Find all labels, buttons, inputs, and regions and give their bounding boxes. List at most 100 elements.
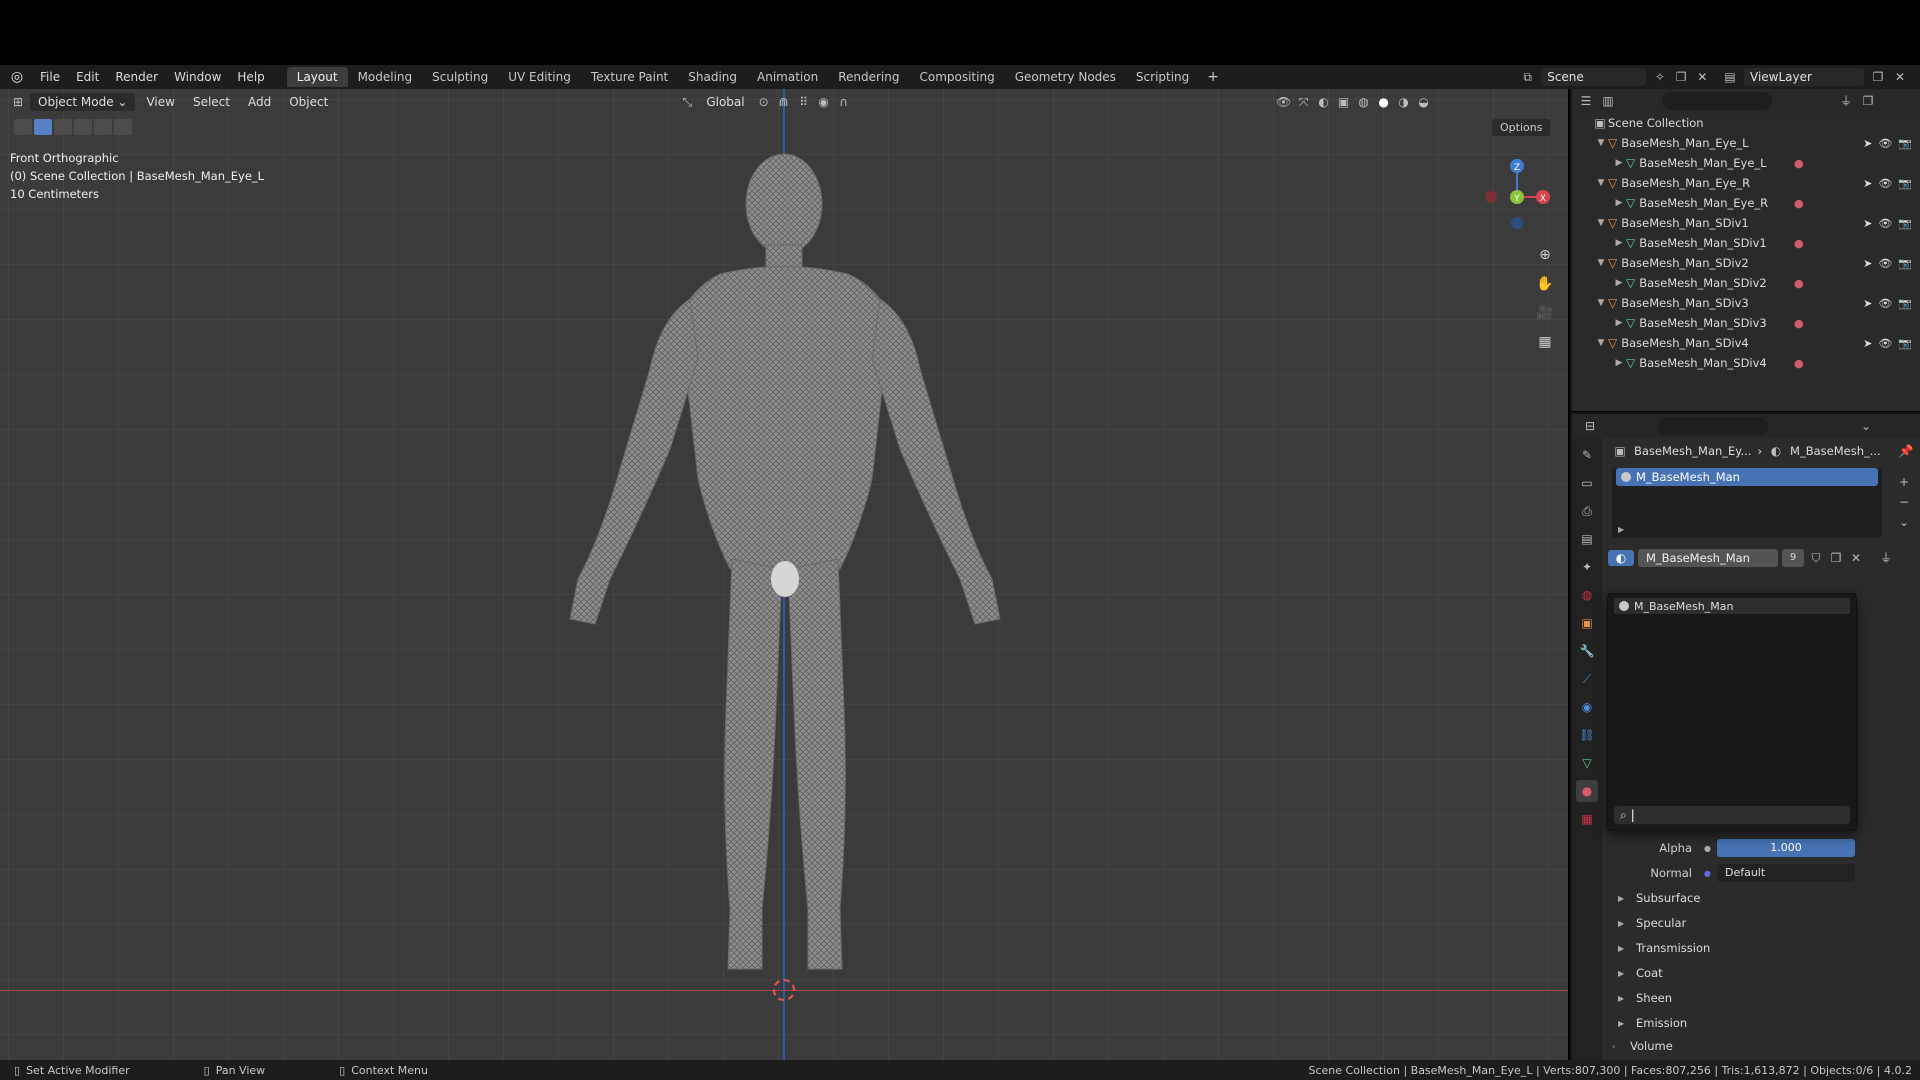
remove-slot-icon[interactable]: −: [1896, 494, 1912, 510]
material-icon[interactable]: ●: [1794, 317, 1804, 330]
expand-arrow-icon[interactable]: ▶: [1612, 238, 1626, 248]
expand-arrow-icon[interactable]: ▶: [1612, 158, 1626, 168]
select-toggle-icon[interactable]: ➤: [1863, 337, 1872, 350]
user-count-badge[interactable]: 9: [1782, 549, 1804, 567]
outliner-mesh-row[interactable]: ▶ ▽ BaseMesh_Man_SDiv1 ●: [1572, 233, 1920, 253]
collapse-arrow-icon[interactable]: ▼: [1594, 178, 1608, 188]
eye-icon[interactable]: 👁: [1878, 137, 1892, 150]
render-camera-icon[interactable]: 📷: [1898, 257, 1912, 270]
material-icon[interactable]: ●: [1794, 197, 1804, 210]
expand-arrow-icon[interactable]: ▶: [1612, 198, 1626, 208]
material-icon[interactable]: ●: [1794, 237, 1804, 250]
orientation-dropdown[interactable]: Global: [699, 93, 751, 111]
new-view-layer-icon[interactable]: ❐: [1870, 69, 1886, 85]
material-slot-item[interactable]: M_BaseMesh_Man: [1616, 468, 1878, 486]
3d-cursor-icon[interactable]: [773, 979, 795, 1001]
select-toggle-icon[interactable]: ➤: [1863, 217, 1872, 230]
expand-arrow-icon[interactable]: ▶: [1618, 525, 1624, 534]
tool-tab-icon[interactable]: ✎: [1576, 444, 1598, 466]
render-tab-icon[interactable]: ▭: [1576, 472, 1598, 494]
tab-geometry-nodes[interactable]: Geometry Nodes: [1005, 67, 1126, 87]
navigation-gizmo[interactable]: Z X Y: [1475, 152, 1565, 242]
modifier-tab-icon[interactable]: 🔧: [1576, 640, 1598, 662]
outliner-mesh-row[interactable]: ▶ ▽ BaseMesh_Man_SDiv2 ●: [1572, 273, 1920, 293]
alpha-socket-icon[interactable]: ●: [1704, 844, 1711, 853]
select-toggle-icon[interactable]: ➤: [1863, 257, 1872, 270]
eye-icon[interactable]: 👁: [1878, 337, 1892, 350]
snap-icon[interactable]: ⋒: [776, 94, 792, 110]
tab-shading[interactable]: Shading: [678, 67, 747, 87]
shading-rendered-icon[interactable]: ◒: [1416, 94, 1432, 110]
editor-type-icon[interactable]: ⊞: [10, 94, 26, 110]
3d-viewport[interactable]: ⊞ Object Mode ⌄ View Select Add Object ⤡…: [0, 89, 1568, 1060]
tab-layout[interactable]: Layout: [286, 67, 348, 87]
add-slot-icon[interactable]: +: [1896, 474, 1912, 490]
expand-arrow-icon[interactable]: ▶: [1612, 318, 1626, 328]
select-tool-icon[interactable]: [14, 119, 32, 135]
render-camera-icon[interactable]: 📷: [1898, 297, 1912, 310]
pin-icon[interactable]: ✧: [1652, 69, 1667, 85]
menu-render[interactable]: Render: [107, 70, 166, 84]
tab-modeling[interactable]: Modeling: [348, 67, 423, 87]
physics-tab-icon[interactable]: ◉: [1576, 696, 1598, 718]
outliner-object-row[interactable]: ▼ ▽ BaseMesh_Man_SDiv1 ➤ 👁 📷: [1572, 213, 1920, 233]
properties-options-icon[interactable]: ⌄: [1858, 418, 1874, 434]
tab-sculpting[interactable]: Sculpting: [422, 67, 498, 87]
section-coat[interactable]: ▶ Coat: [1618, 963, 1663, 983]
view-layer-field[interactable]: ViewLayer: [1744, 68, 1864, 86]
select-extend-icon[interactable]: [54, 119, 72, 135]
slot-menu-icon[interactable]: ⌄: [1896, 514, 1912, 530]
select-invert-icon[interactable]: [94, 119, 112, 135]
material-name-field[interactable]: M_BaseMesh_Man: [1638, 549, 1778, 567]
popup-search-input[interactable]: ⌕ |: [1614, 806, 1850, 824]
collapse-arrow-icon[interactable]: ▼: [1594, 218, 1608, 228]
material-icon[interactable]: ●: [1794, 157, 1804, 170]
menu-help[interactable]: Help: [229, 70, 272, 84]
outliner-mesh-row[interactable]: ▶ ▽ BaseMesh_Man_Eye_L ●: [1572, 153, 1920, 173]
section-volume[interactable]: › Volume: [1612, 1036, 1673, 1056]
unlink-material-icon[interactable]: ✕: [1848, 550, 1864, 566]
snap-target-icon[interactable]: ⠿: [796, 94, 812, 110]
gizmo-toggle-icon[interactable]: ⤧: [1296, 94, 1312, 110]
menu-object[interactable]: Object: [282, 93, 335, 111]
falloff-icon[interactable]: ∩: [836, 94, 852, 110]
normal-socket-icon[interactable]: ●: [1704, 869, 1711, 878]
tab-scripting[interactable]: Scripting: [1126, 67, 1199, 87]
close-scene-icon[interactable]: ✕: [1695, 69, 1710, 85]
eye-icon[interactable]: 👁: [1878, 217, 1892, 230]
pivot-point-icon[interactable]: ⊙: [756, 94, 772, 110]
collapse-arrow-icon[interactable]: ▼: [1594, 138, 1608, 148]
pan-hand-icon[interactable]: ✋: [1534, 273, 1556, 295]
menu-file[interactable]: File: [32, 70, 68, 84]
outliner-object-row[interactable]: ▼ ▽ BaseMesh_Man_Eye_R ➤ 👁 📷: [1572, 173, 1920, 193]
shading-material-icon[interactable]: ◑: [1396, 94, 1412, 110]
new-scene-icon[interactable]: ❐: [1674, 69, 1689, 85]
shading-solid-icon[interactable]: ●: [1376, 94, 1392, 110]
collapse-arrow-icon[interactable]: ▼: [1594, 258, 1608, 268]
section-transmission[interactable]: ▶ Transmission: [1618, 938, 1710, 958]
properties-editor-icon[interactable]: ⊟: [1582, 418, 1598, 434]
material-icon[interactable]: ●: [1794, 277, 1804, 290]
render-camera-icon[interactable]: 📷: [1898, 337, 1912, 350]
tab-texture-paint[interactable]: Texture Paint: [581, 67, 678, 87]
expand-arrow-icon[interactable]: ▶: [1612, 278, 1626, 288]
display-mode-icon[interactable]: ▥: [1600, 93, 1616, 109]
xray-icon[interactable]: ▣: [1336, 94, 1352, 110]
popup-material-item[interactable]: M_BaseMesh_Man: [1614, 598, 1850, 614]
object-mode-dropdown[interactable]: Object Mode ⌄: [30, 93, 136, 111]
ortho-grid-icon[interactable]: ▦: [1534, 331, 1556, 353]
select-toggle-icon[interactable]: ➤: [1863, 297, 1872, 310]
pin-icon[interactable]: 📌: [1898, 443, 1914, 459]
outliner-mesh-row[interactable]: ▶ ▽ BaseMesh_Man_Eye_R ●: [1572, 193, 1920, 213]
material-filter-icon[interactable]: ⏚: [1878, 550, 1894, 566]
zoom-icon[interactable]: ⊕: [1534, 244, 1556, 266]
outliner-object-row[interactable]: ▼ ▽ BaseMesh_Man_SDiv3 ➤ 👁 📷: [1572, 293, 1920, 313]
eye-icon[interactable]: 👁: [1878, 257, 1892, 270]
overlay-toggle-icon[interactable]: ◐: [1316, 94, 1332, 110]
alpha-value-field[interactable]: 1.000: [1716, 839, 1855, 857]
eye-icon[interactable]: 👁: [1878, 297, 1892, 310]
normal-value-field[interactable]: Default: [1716, 864, 1855, 882]
collapse-arrow-icon[interactable]: ▼: [1594, 338, 1608, 348]
render-camera-icon[interactable]: 📷: [1898, 217, 1912, 230]
browse-material-icon[interactable]: ◐: [1608, 550, 1634, 566]
